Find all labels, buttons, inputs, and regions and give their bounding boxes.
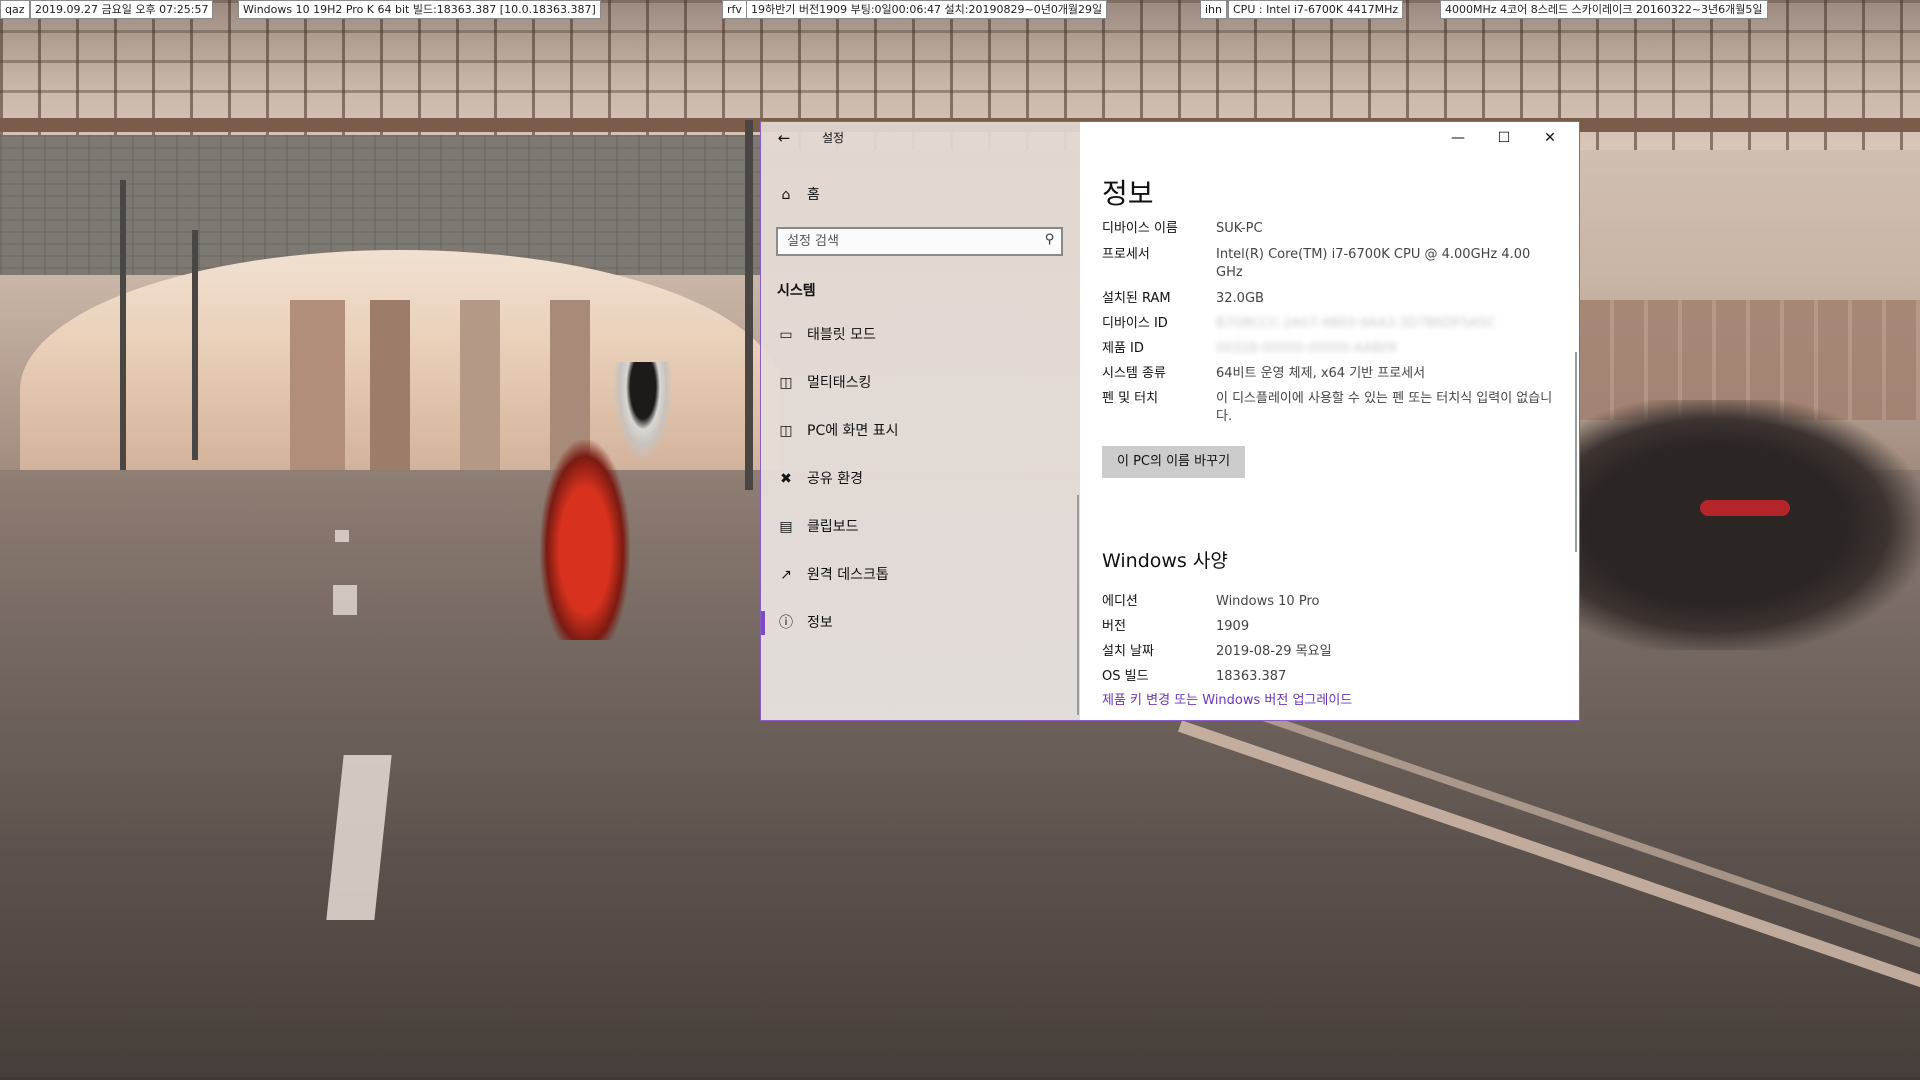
ram-label: 설치된 RAM	[1102, 291, 1171, 306]
device-id-label: 디바이스 ID	[1102, 316, 1168, 331]
settings-window: ← 설정 ⌂ 홈 설정 검색 ⚲ 시스템 ▭ 태블릿 모드 ◫ 멀티태스킹 ◫ …	[760, 121, 1580, 721]
minimize-button[interactable]: —	[1435, 122, 1481, 154]
nav-item-multitasking[interactable]: ◫ 멀티태스킹	[761, 363, 1080, 403]
search-icon[interactable]: ⚲	[1045, 232, 1055, 247]
nav-item-label: 공유 환경	[807, 471, 863, 487]
nav-item-label: 멀티태스킹	[807, 375, 872, 391]
os-build-label: OS 빌드	[1102, 669, 1149, 684]
windows-spec-heading: Windows 사양	[1102, 550, 1228, 572]
nav-section-label: 시스템	[777, 283, 816, 299]
device-name-value: SUK-PC	[1216, 221, 1263, 236]
info-segment-uptime: 19하반기 버전1909 부팅:0일00:06:47 설치:20190829~0…	[746, 0, 1108, 19]
edition-value: Windows 10 Pro	[1216, 594, 1320, 609]
nav-item-remote-desktop[interactable]: ↗ 원격 데스크톱	[761, 555, 1080, 595]
close-icon: ✕	[1544, 130, 1556, 146]
nav-scrollbar[interactable]	[1077, 495, 1079, 715]
tablet-mode-icon: ▭	[779, 327, 793, 343]
upgrade-edition-link[interactable]: 제품 키 변경 또는 Windows 버전 업그레이드	[1102, 692, 1352, 710]
shared-experiences-icon: ✖	[780, 471, 792, 487]
edition-label: 에디션	[1102, 594, 1138, 609]
multitasking-icon: ◫	[779, 375, 793, 391]
nav-item-label: 원격 데스크톱	[807, 567, 889, 583]
back-arrow-icon: ←	[777, 129, 791, 147]
title-bar: ← 설정	[761, 122, 1080, 154]
system-type-label: 시스템 종류	[1102, 366, 1166, 381]
version-value: 1909	[1216, 619, 1250, 634]
home-icon: ⌂	[781, 187, 791, 203]
top-info-bar: qaz 2019.09.27 금요일 오후 07:25:57 Windows 1…	[0, 0, 1920, 19]
wallpaper-lane-marking	[335, 530, 349, 542]
window-title: 설정	[822, 131, 845, 145]
settings-content-pane: — ☐ ✕ 정보 디바이스 이름 SUK-PC 프로세서 Intel(R) Co…	[1080, 122, 1579, 720]
device-id-value: B7D8CCC-2A07-4BE0-9AA3-3D7B6DF5A5C	[1216, 316, 1496, 331]
wallpaper-car	[1580, 400, 1920, 650]
wallpaper-lamp-pole	[745, 120, 753, 490]
wallpaper-car-taillight	[1700, 500, 1790, 516]
pen-touch-value: 이 디스플레이에 사용할 수 있는 펜 또는 터치식 입력이 없습니다.	[1216, 391, 1553, 424]
info-icon: ⓘ	[779, 615, 793, 631]
product-id-value: 00328-00000-00000-AA809	[1216, 341, 1397, 356]
nav-item-label: 태블릿 모드	[807, 327, 876, 343]
remote-desktop-icon: ↗	[780, 567, 792, 583]
nav-item-label: 홈	[807, 187, 820, 203]
wallpaper-lane-marking	[333, 585, 357, 615]
project-to-pc-icon: ◫	[779, 423, 793, 439]
content-scrollbar[interactable]	[1575, 352, 1577, 552]
nav-item-label: 정보	[807, 615, 833, 631]
rename-pc-button[interactable]: 이 PC의 이름 바꾸기	[1102, 446, 1246, 478]
wallpaper-lamp-pole	[120, 180, 126, 470]
info-segment-os-build: Windows 10 19H2 Pro K 64 bit 빌드:18363.38…	[238, 0, 601, 19]
back-button[interactable]: ←	[775, 130, 793, 146]
maximize-icon: ☐	[1497, 130, 1511, 146]
search-placeholder: 설정 검색	[787, 234, 839, 249]
info-segment-ihn: ihn	[1200, 0, 1227, 19]
settings-search-input[interactable]: 설정 검색 ⚲	[776, 227, 1063, 256]
close-button[interactable]: ✕	[1527, 122, 1573, 154]
info-segment-qaz: qaz	[0, 0, 30, 19]
nav-item-project-to-pc[interactable]: ◫ PC에 화면 표시	[761, 411, 1080, 451]
device-name-label: 디바이스 이름	[1102, 221, 1178, 236]
info-segment-cpu-detail: 4000MHz 4코어 8스레드 스카이레이크 20160322~3년6개월5일	[1440, 0, 1768, 19]
maximize-button[interactable]: ☐	[1481, 122, 1527, 154]
nav-item-shared-experiences[interactable]: ✖ 공유 환경	[761, 459, 1080, 499]
nav-item-tablet-mode[interactable]: ▭ 태블릿 모드	[761, 315, 1080, 355]
info-segment-datetime: 2019.09.27 금요일 오후 07:25:57	[30, 0, 214, 19]
nav-item-label: PC에 화면 표시	[807, 423, 899, 439]
nav-item-clipboard[interactable]: ▤ 클립보드	[761, 507, 1080, 547]
wallpaper-rider	[613, 362, 673, 462]
info-segment-rfv: rfv	[722, 0, 747, 19]
wallpaper-lamp-pole	[192, 230, 198, 460]
processor-label: 프로세서	[1102, 247, 1150, 262]
product-id-label: 제품 ID	[1102, 341, 1144, 356]
minimize-icon: —	[1451, 130, 1465, 146]
version-label: 버전	[1102, 619, 1126, 634]
settings-nav-pane: ← 설정 ⌂ 홈 설정 검색 ⚲ 시스템 ▭ 태블릿 모드 ◫ 멀티태스킹 ◫ …	[761, 122, 1080, 720]
selected-indicator	[761, 611, 765, 635]
page-title: 정보	[1102, 177, 1154, 210]
pen-touch-label: 펜 및 터치	[1102, 391, 1159, 406]
nav-item-label: 클립보드	[807, 519, 859, 535]
install-date-label: 설치 날짜	[1102, 644, 1154, 659]
install-date-value: 2019-08-29 목요일	[1216, 644, 1332, 659]
nav-item-home[interactable]: ⌂ 홈	[761, 175, 1080, 215]
wallpaper-motorcycle	[540, 440, 630, 640]
processor-value: Intel(R) Core(TM) i7-6700K CPU @ 4.00GHz…	[1216, 247, 1531, 280]
os-build-value: 18363.387	[1216, 669, 1287, 684]
ram-value: 32.0GB	[1216, 291, 1264, 306]
clipboard-icon: ▤	[779, 519, 793, 535]
info-segment-cpu: CPU : Intel i7-6700K 4417MHz	[1228, 0, 1404, 19]
nav-item-about[interactable]: ⓘ 정보	[761, 603, 1080, 643]
system-type-value: 64비트 운영 체제, x64 기반 프로세서	[1216, 366, 1426, 381]
